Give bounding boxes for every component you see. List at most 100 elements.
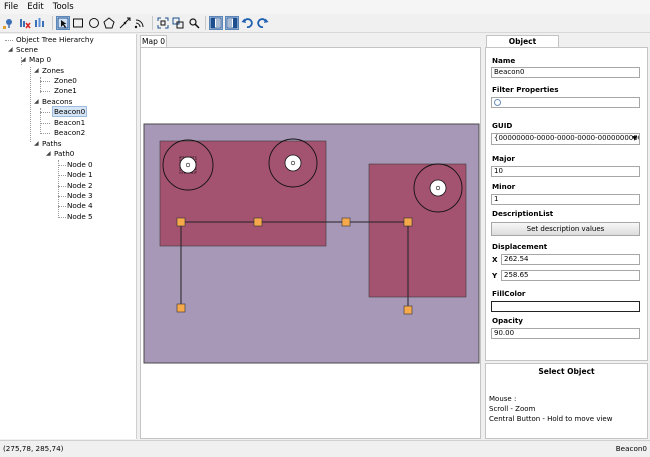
redo-icon	[256, 18, 268, 28]
map-canvas[interactable]	[140, 47, 481, 439]
path-node-2[interactable]	[341, 217, 351, 227]
object-properties: Name Beacon0 Filter Properties GUID {000…	[485, 47, 648, 361]
circle-tool-icon	[88, 18, 99, 28]
select-tool-icon	[57, 17, 68, 29]
help-scroll: Scroll - Zoom	[489, 405, 536, 413]
x-label: X	[492, 255, 498, 264]
x-field[interactable]: 262.54	[501, 254, 640, 265]
major-field[interactable]: 10	[491, 166, 640, 177]
tree-item-zones[interactable]: ◢ Zones	[34, 66, 65, 76]
circle-button[interactable]	[87, 16, 101, 30]
tree-item-label: Beacons	[42, 97, 73, 106]
expand-arrow-icon[interactable]: ◢	[21, 55, 26, 65]
name-field[interactable]: Beacon0	[491, 67, 640, 78]
rectangle-button[interactable]	[71, 16, 85, 30]
tree-item-node[interactable]: Node 5	[67, 212, 93, 222]
layout-properties-button[interactable]	[224, 16, 239, 30]
set-description-button[interactable]: Set description values	[491, 222, 640, 236]
select-object-panel: Select Object Mouse : Scroll - Zoom Cent…	[485, 363, 648, 439]
path-node-0[interactable]	[176, 217, 186, 227]
tree-item-beacon[interactable]: Beacon1	[54, 118, 85, 128]
path-node-5[interactable]	[403, 305, 413, 315]
menu-tools[interactable]: Tools	[53, 2, 74, 12]
redo-button[interactable]	[256, 16, 270, 30]
help-mouse: Mouse :	[489, 395, 517, 403]
tree-item-beacon-selected[interactable]: Beacon0	[52, 106, 88, 117]
tree-item-zone[interactable]: Zone0	[54, 76, 77, 86]
expand-arrow-icon[interactable]: ◢	[34, 66, 39, 76]
tree-guide	[5, 40, 13, 41]
tree-item-node[interactable]: Node 2	[67, 181, 93, 191]
layout-tree-button[interactable]	[209, 16, 223, 30]
y-field[interactable]: 258.65	[501, 270, 640, 281]
tree-guide	[58, 165, 66, 166]
tree-item-label: Beacon0	[52, 106, 88, 117]
tree-item-map[interactable]: ◢ Map 0	[21, 55, 52, 65]
guid-select[interactable]: {00000000-0000-0000-0000-000000000000} ▼	[491, 133, 640, 145]
path-node-1[interactable]	[253, 217, 263, 227]
select-button[interactable]	[55, 16, 70, 30]
tree-item-label: Scene	[16, 45, 38, 54]
add-beacon-button[interactable]	[2, 16, 16, 30]
tree-item-beacon[interactable]: Beacon2	[54, 128, 85, 138]
tree-item-path[interactable]: ◢ Path0	[46, 149, 74, 159]
path-button[interactable]	[118, 16, 132, 30]
tree-item-zone[interactable]: Zone1	[54, 86, 77, 96]
rectangle-tool-icon	[73, 18, 83, 28]
toolbar	[0, 14, 650, 33]
path-node-3[interactable]	[403, 217, 413, 227]
wifi-button[interactable]	[133, 16, 147, 30]
signal-button[interactable]	[33, 16, 47, 30]
expand-arrow-icon[interactable]: ◢	[34, 139, 39, 149]
tree-guide	[40, 133, 50, 134]
tree-guide	[58, 175, 66, 176]
tree-item-node[interactable]: Node 4	[67, 201, 93, 211]
toolbar-separator	[51, 16, 53, 30]
properties-panel: Object Properties Name Beacon0 Filter Pr…	[484, 34, 650, 439]
displacement-label: Displacement	[492, 242, 548, 251]
tree-guide	[40, 112, 50, 113]
tree-item-paths[interactable]: ◢ Paths	[34, 139, 62, 149]
tree-item-node[interactable]: Node 3	[67, 191, 93, 201]
zoom-button[interactable]	[187, 16, 201, 30]
menu-bar: File Edit Tools	[0, 0, 650, 14]
menu-edit[interactable]: Edit	[27, 2, 43, 12]
name-label: Name	[492, 56, 516, 65]
help-central-button: Central Button - Hold to move view	[489, 415, 613, 423]
zone-1[interactable]	[368, 163, 467, 298]
path-tool-icon	[119, 17, 130, 29]
polygon-button[interactable]	[102, 16, 116, 30]
expand-arrow-icon[interactable]: ◢	[46, 149, 51, 159]
path-node-4[interactable]	[176, 303, 186, 313]
zone-0[interactable]	[159, 140, 327, 247]
tree-item-scene[interactable]: ◢ Scene	[8, 45, 38, 55]
tree-item-label: Paths	[42, 139, 62, 148]
tree-header: Object Tree Hierarchy	[16, 35, 94, 44]
select-object-title: Select Object	[538, 367, 595, 376]
tree-guide	[40, 81, 50, 82]
map-drawing[interactable]	[141, 48, 482, 440]
wifi-tool-icon	[134, 19, 144, 29]
zoom-area-button[interactable]	[171, 16, 185, 30]
tree-item-node[interactable]: Node 0	[67, 160, 93, 170]
filter-field[interactable]	[491, 97, 640, 108]
fillcolor-field[interactable]	[491, 301, 640, 312]
status-bar: (275,78, 285,74) Beacon0	[0, 440, 650, 457]
tree-item-node[interactable]: Node 1	[67, 170, 93, 180]
tree-guide	[58, 160, 59, 218]
tree-guide	[58, 186, 66, 187]
undo-button[interactable]	[240, 16, 254, 30]
object-tree-panel: Object Tree Hierarchy ◢ Scene ◢ Map 0 ◢ Zon…	[0, 34, 137, 439]
opacity-field[interactable]: 90.00	[491, 328, 640, 339]
undo-icon	[241, 18, 253, 28]
guid-label: GUID	[492, 121, 513, 130]
tree-item-label: Zones	[42, 66, 65, 75]
menu-file[interactable]: File	[4, 2, 18, 12]
delete-beacon-button[interactable]	[18, 16, 32, 30]
minor-field[interactable]: 1	[491, 194, 640, 205]
expand-arrow-icon[interactable]: ◢	[8, 45, 13, 55]
tree-item-label: Map 0	[29, 55, 52, 64]
description-list-label: DescriptionList	[492, 209, 554, 218]
fit-view-button[interactable]	[156, 16, 170, 30]
expand-arrow-icon[interactable]: ◢	[34, 97, 39, 107]
